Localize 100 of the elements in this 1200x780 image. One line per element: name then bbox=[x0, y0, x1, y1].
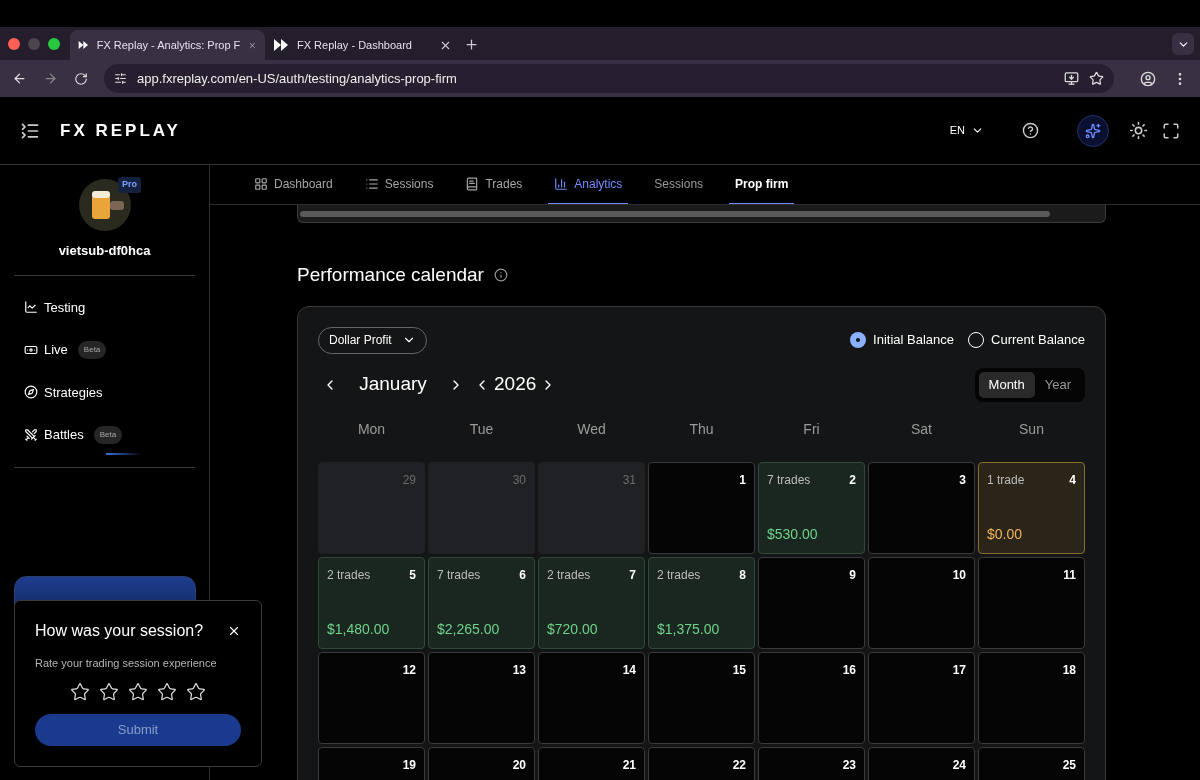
star-icon[interactable] bbox=[70, 681, 90, 702]
forward-icon[interactable] bbox=[43, 71, 58, 86]
fast-forward-icon bbox=[78, 38, 89, 52]
nav-tab[interactable]: Prop firm bbox=[729, 165, 795, 204]
day-number: 2 bbox=[849, 471, 856, 489]
day-number: 13 bbox=[512, 661, 526, 679]
calendar-day[interactable]: 1 trade 4 $0.00 bbox=[978, 461, 1085, 554]
help-icon[interactable] bbox=[1022, 122, 1039, 139]
nav-tab[interactable]: Dashboard bbox=[248, 165, 339, 204]
site-settings-icon[interactable] bbox=[114, 72, 127, 85]
calendar-day[interactable]: 19 bbox=[318, 746, 425, 780]
month-label: January bbox=[358, 372, 428, 397]
calendar-day[interactable]: 14 bbox=[538, 651, 645, 744]
browser-tab[interactable]: FX Replay - Dashboard bbox=[265, 30, 460, 60]
calendar-day[interactable]: 15 bbox=[648, 651, 755, 744]
calendar-day[interactable]: 20 bbox=[428, 746, 535, 780]
sidebar-item[interactable]: Testing bbox=[24, 297, 195, 317]
calendar-day[interactable]: 22 bbox=[648, 746, 755, 780]
calendar-day[interactable]: 17 bbox=[868, 651, 975, 744]
balance-radio[interactable]: Current Balance bbox=[968, 330, 1085, 350]
day-number: 31 bbox=[622, 471, 636, 489]
day-number: 5 bbox=[409, 566, 416, 584]
list-icon bbox=[364, 177, 379, 191]
radio-button[interactable] bbox=[850, 332, 867, 348]
nav-tab[interactable]: Sessions bbox=[358, 165, 440, 204]
star-icon[interactable] bbox=[157, 681, 177, 702]
profile-icon[interactable] bbox=[1140, 70, 1156, 87]
tab-list-button[interactable] bbox=[1172, 33, 1194, 55]
logo[interactable]: FX REPLAY bbox=[60, 117, 181, 144]
calendar-day[interactable]: 11 bbox=[978, 556, 1085, 649]
calendar-day[interactable]: 2 trades 8 $1,375.00 bbox=[648, 556, 755, 649]
star-icon[interactable] bbox=[128, 681, 148, 702]
profit-amount: $0.00 bbox=[987, 524, 1024, 544]
nav-tab[interactable]: Sessions bbox=[648, 165, 710, 204]
close-icon[interactable] bbox=[227, 624, 241, 638]
day-number: 25 bbox=[1062, 756, 1076, 774]
nav-tab[interactable]: Trades bbox=[459, 165, 529, 204]
theme-toggle-icon[interactable] bbox=[1129, 121, 1148, 140]
view-option[interactable]: Month bbox=[978, 371, 1035, 398]
horizontal-scrollbar[interactable] bbox=[297, 205, 1106, 223]
day-number: 12 bbox=[402, 661, 416, 679]
calendar-day[interactable]: 16 bbox=[758, 651, 865, 744]
close-window-control[interactable] bbox=[8, 37, 20, 50]
maximize-window-control[interactable] bbox=[48, 37, 60, 50]
calendar-day[interactable]: 12 bbox=[318, 651, 425, 744]
popup-subtitle: Rate your trading session experience bbox=[35, 656, 218, 671]
fullscreen-icon[interactable] bbox=[1162, 121, 1180, 140]
browser-tab[interactable]: FX Replay - Analytics: Prop F bbox=[70, 30, 265, 60]
back-icon[interactable] bbox=[12, 71, 27, 86]
tab-title: FX Replay - Analytics: Prop F bbox=[96, 37, 241, 53]
nav-tab[interactable]: Analytics bbox=[548, 165, 629, 204]
calendar-day[interactable]: 10 bbox=[868, 556, 975, 649]
day-number: 8 bbox=[739, 566, 746, 584]
sidebar-item[interactable]: Strategies bbox=[24, 382, 195, 402]
sparkles-icon bbox=[1085, 122, 1101, 139]
sidebar-label: Strategies bbox=[44, 383, 103, 402]
address-field[interactable]: app.fxreplay.com/en-US/auth/testing/analytics-prop-firm bbox=[104, 64, 1114, 93]
balance-radio[interactable]: Initial Balance bbox=[850, 330, 955, 350]
profit-amount: $1,480.00 bbox=[327, 619, 391, 639]
calendar-day[interactable]: 1 bbox=[648, 461, 755, 554]
beta-badge: Beta bbox=[93, 425, 123, 444]
calendar-day[interactable]: 9 bbox=[758, 556, 865, 649]
view-option[interactable]: Year bbox=[1034, 371, 1081, 398]
calendar-day[interactable]: 3 bbox=[868, 461, 975, 554]
username: vietsub-df0hca bbox=[57, 242, 152, 260]
calendar-day[interactable]: 25 bbox=[978, 746, 1085, 780]
calendar-day[interactable]: 2 trades 7 $720.00 bbox=[538, 556, 645, 649]
day-number: 6 bbox=[519, 566, 526, 584]
calendar-day[interactable]: 2 trades 5 $1,480.00 bbox=[318, 556, 425, 649]
ai-assistant-button[interactable] bbox=[1077, 114, 1109, 147]
info-icon[interactable] bbox=[493, 268, 508, 283]
radio-label: Initial Balance bbox=[873, 331, 955, 350]
star-icon[interactable] bbox=[186, 681, 206, 702]
day-number: 22 bbox=[732, 756, 746, 774]
line-chart-icon bbox=[24, 300, 38, 315]
sidebar-item[interactable]: Live Beta bbox=[24, 340, 195, 360]
calendar-day[interactable]: 24 bbox=[868, 746, 975, 780]
profit-amount: $720.00 bbox=[547, 619, 599, 639]
bookmark-star-icon[interactable] bbox=[1089, 71, 1104, 86]
collapse-sidebar-icon[interactable] bbox=[20, 120, 40, 141]
install-icon[interactable] bbox=[1064, 71, 1079, 86]
trade-count: 7 trades bbox=[767, 471, 811, 489]
calendar-day[interactable]: 18 bbox=[978, 651, 1085, 744]
book-icon bbox=[465, 177, 480, 191]
reload-icon[interactable] bbox=[74, 71, 88, 86]
star-icon[interactable] bbox=[99, 681, 119, 702]
calendar-day[interactable]: 23 bbox=[758, 746, 865, 780]
bar-chart-icon bbox=[554, 177, 569, 191]
beta-badge: Beta bbox=[77, 340, 107, 359]
calendar-day[interactable]: 7 trades 6 $2,265.00 bbox=[428, 556, 535, 649]
calendar-day[interactable]: 21 bbox=[538, 746, 645, 780]
day-number: 17 bbox=[952, 661, 966, 679]
new-tab-icon[interactable] bbox=[464, 37, 479, 52]
calendar-day[interactable]: 13 bbox=[428, 651, 535, 744]
calendar-day[interactable]: 7 trades 2 $530.00 bbox=[758, 461, 865, 554]
trade-count: 2 trades bbox=[327, 566, 371, 584]
language-select[interactable]: EN bbox=[949, 122, 984, 139]
weekday-header: Mon bbox=[356, 420, 387, 439]
sidebar-item[interactable]: Battles Beta bbox=[24, 425, 195, 445]
url-text: app.fxreplay.com/en-US/auth/testing/analytics-prop-firm bbox=[137, 69, 458, 88]
